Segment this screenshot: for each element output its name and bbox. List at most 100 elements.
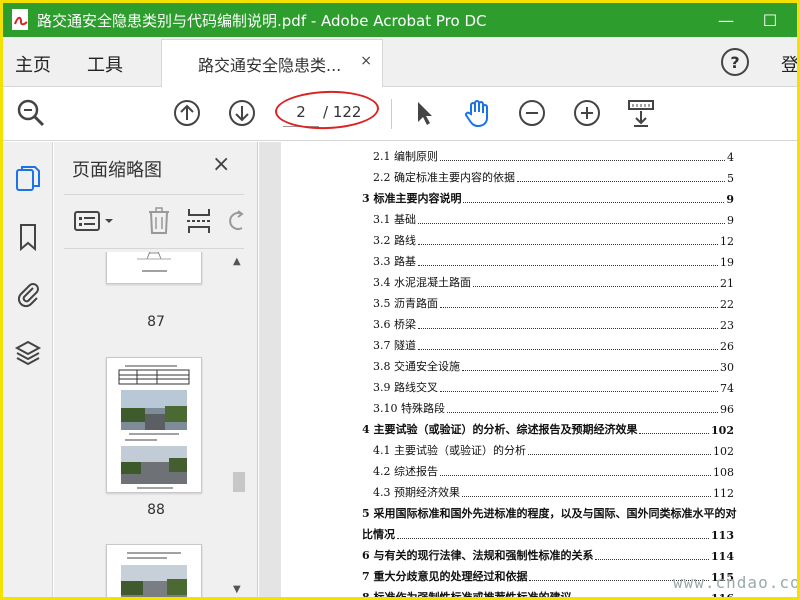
toc-leader-dots [418,328,718,329]
toc-entry[interactable]: 3.3 路基 19 [373,248,734,269]
toc-entry-page: 4 [727,151,734,164]
toc-entry-page: 113 [711,529,734,542]
toc-entry[interactable]: 3.2 路线 12 [373,227,734,248]
toc-entry[interactable]: 2.1 编制原则 4 [373,143,734,164]
toc-entry[interactable]: 3.8 交通安全设施 30 [373,353,734,374]
maximize-icon: ☐ [762,10,778,30]
toc-entry[interactable]: 比情况 113 [362,521,734,542]
toc-entry[interactable]: 3.6 桥梁 23 [373,311,734,332]
thumbnail-scrollbar[interactable]: ▲ ▼ [231,252,247,597]
title-bar: 路交通安全隐患类别与代码编制说明.pdf - Adobe Acrobat Pro… [3,3,797,37]
toc-entry-page: 26 [720,340,734,353]
menu-tools[interactable]: 工具 [87,51,123,77]
minimize-button[interactable]: — [703,3,749,37]
toc-entry-page: 5 [727,172,734,185]
toc-entry-title: 3.3 路基 [373,255,416,268]
acrobat-pdf-icon[interactable] [9,8,33,32]
toc-entry[interactable]: 2.2 确定标准主要内容的依据 5 [373,164,734,185]
toc-entry[interactable]: 3 标准主要内容说明 9 [362,185,734,206]
toc-entry-title: 4 主要试验（或验证）的分析、综述报告及预期经济效果 [362,423,638,436]
toc-entry[interactable]: 4.1 主要试验（或验证）的分析 102 [373,437,734,458]
toc-entry-title: 3 标准主要内容说明 [362,192,462,205]
toc-leader-dots [440,475,711,476]
panel-divider [64,248,244,249]
toc-entry-title: 7 重大分歧意见的处理经过和依据 [362,570,528,583]
toc-entry-title: 3.10 特殊路段 [373,402,445,415]
toc-leader-dots [463,202,725,203]
scrollbar-thumb[interactable] [233,472,245,492]
toc-leader-dots [517,181,725,182]
app-window: 路交通安全隐患类别与代码编制说明.pdf - Adobe Acrobat Pro… [0,0,800,600]
hand-tool-icon[interactable] [461,97,493,129]
thumbnail-options-icon[interactable] [72,204,118,238]
panel-close-icon[interactable]: × [212,152,230,177]
maximize-button[interactable]: ☐ [747,3,793,37]
left-tool-rail [3,142,53,597]
pdf-page: 2.1 编制原则 4 2.2 确定标准主要内容的依据 5 3 标准主要内容说明 9 3.1 … [281,142,797,597]
attachment-icon[interactable] [13,278,43,308]
toc-entry-title: 比情况 [362,528,395,541]
toc-entry-title: 4.2 综述报告 [373,465,438,478]
document-tab[interactable]: 路交通安全隐患类... × [161,39,383,87]
delete-page-icon[interactable] [144,204,174,238]
thumbnail-list: 87 88 [54,252,232,597]
sign-in-link[interactable]: 登 [781,51,797,77]
insert-page-icon[interactable] [184,204,214,238]
zoom-in-icon[interactable] [571,97,603,129]
zoom-out-icon[interactable] [516,97,548,129]
thumbnails-panel: 页面缩略图 × 87 88 ▲ ▼ [54,142,258,597]
document-tab-label: 路交通安全隐患类... [198,55,342,75]
menu-bar: 主页 工具 [3,37,797,87]
fit-page-icon[interactable] [625,97,657,129]
toc-leader-dots [473,286,718,287]
rotate-page-icon[interactable] [224,204,244,238]
toc-entry[interactable]: 4.2 综述报告 108 [373,458,734,479]
toc-entry-title: 6 与有关的现行法律、法规和强制性标准的关系 [362,549,594,562]
toc-entry[interactable]: 3.4 水泥混凝土路面 21 [373,269,734,290]
toc-entry[interactable]: 6 与有关的现行法律、法规和强制性标准的关系 114 [362,542,734,563]
previous-page-icon[interactable] [171,97,203,129]
page-thumbnail[interactable] [106,252,202,284]
toc-leader-dots [418,223,725,224]
help-icon[interactable]: ? [721,48,749,76]
toc-entry-page: 30 [720,361,734,374]
toc-leader-dots [418,244,718,245]
toc-entry[interactable]: 3.7 隧道 26 [373,332,734,353]
toc-entry-page: 108 [713,466,734,479]
scroll-down-icon[interactable]: ▼ [233,584,241,595]
toc-leader-dots [440,160,725,161]
toc-entry[interactable]: 5 采用国际标准和国外先进标准的程度，以及与国际、国外同类标准水平的对 [362,500,736,521]
toc-entry[interactable]: 3.1 基础 9 [373,206,734,227]
page-thumbnail[interactable] [106,544,202,597]
toc-entry-title: 3.5 沥青路面 [373,297,438,310]
toc-entry-page: 23 [720,319,734,332]
thumbnail-page-number: 88 [147,502,165,518]
bookmark-icon[interactable] [13,222,43,252]
document-view[interactable]: 2.1 编制原则 4 2.2 确定标准主要内容的依据 5 3 标准主要内容说明 9 3.1 … [259,142,797,597]
next-page-icon[interactable] [226,97,258,129]
page-thumbnails-icon[interactable] [13,164,43,194]
toc-leader-dots [440,307,718,308]
toc-entry-title: 3.9 路线交叉 [373,381,438,394]
toc-entry[interactable]: 3.9 路线交叉 74 [373,374,734,395]
window-title: 路交通安全隐患类别与代码编制说明.pdf - Adobe Acrobat Pro… [37,11,487,30]
toc-entry[interactable]: 3.10 特殊路段 96 [373,395,734,416]
toc-leader-dots [639,433,710,434]
tab-close-icon[interactable]: × [360,53,372,69]
menu-home[interactable]: 主页 [15,51,51,77]
zoom-search-icon[interactable] [15,97,47,129]
toc-entry-page: 9 [727,214,734,227]
toc-entry[interactable]: 4.3 预期经济效果 112 [373,479,734,500]
toc-entry-page: 102 [711,424,734,437]
toc-entry[interactable]: 3.5 沥青路面 22 [373,290,734,311]
toc-entry-title: 2.2 确定标准主要内容的依据 [373,171,515,184]
toc-entry[interactable]: 4 主要试验（或验证）的分析、综述报告及预期经济效果 102 [362,416,734,437]
toc-entry-title: 3.6 桥梁 [373,318,416,331]
select-cursor-icon[interactable] [407,97,439,129]
page-thumbnail[interactable] [106,357,202,493]
scroll-up-icon[interactable]: ▲ [233,256,241,267]
layers-icon[interactable] [13,338,43,368]
toc-entry-page: 9 [726,193,734,206]
toc-leader-dots [418,349,718,350]
watermark: www.cndao.com [673,573,800,592]
